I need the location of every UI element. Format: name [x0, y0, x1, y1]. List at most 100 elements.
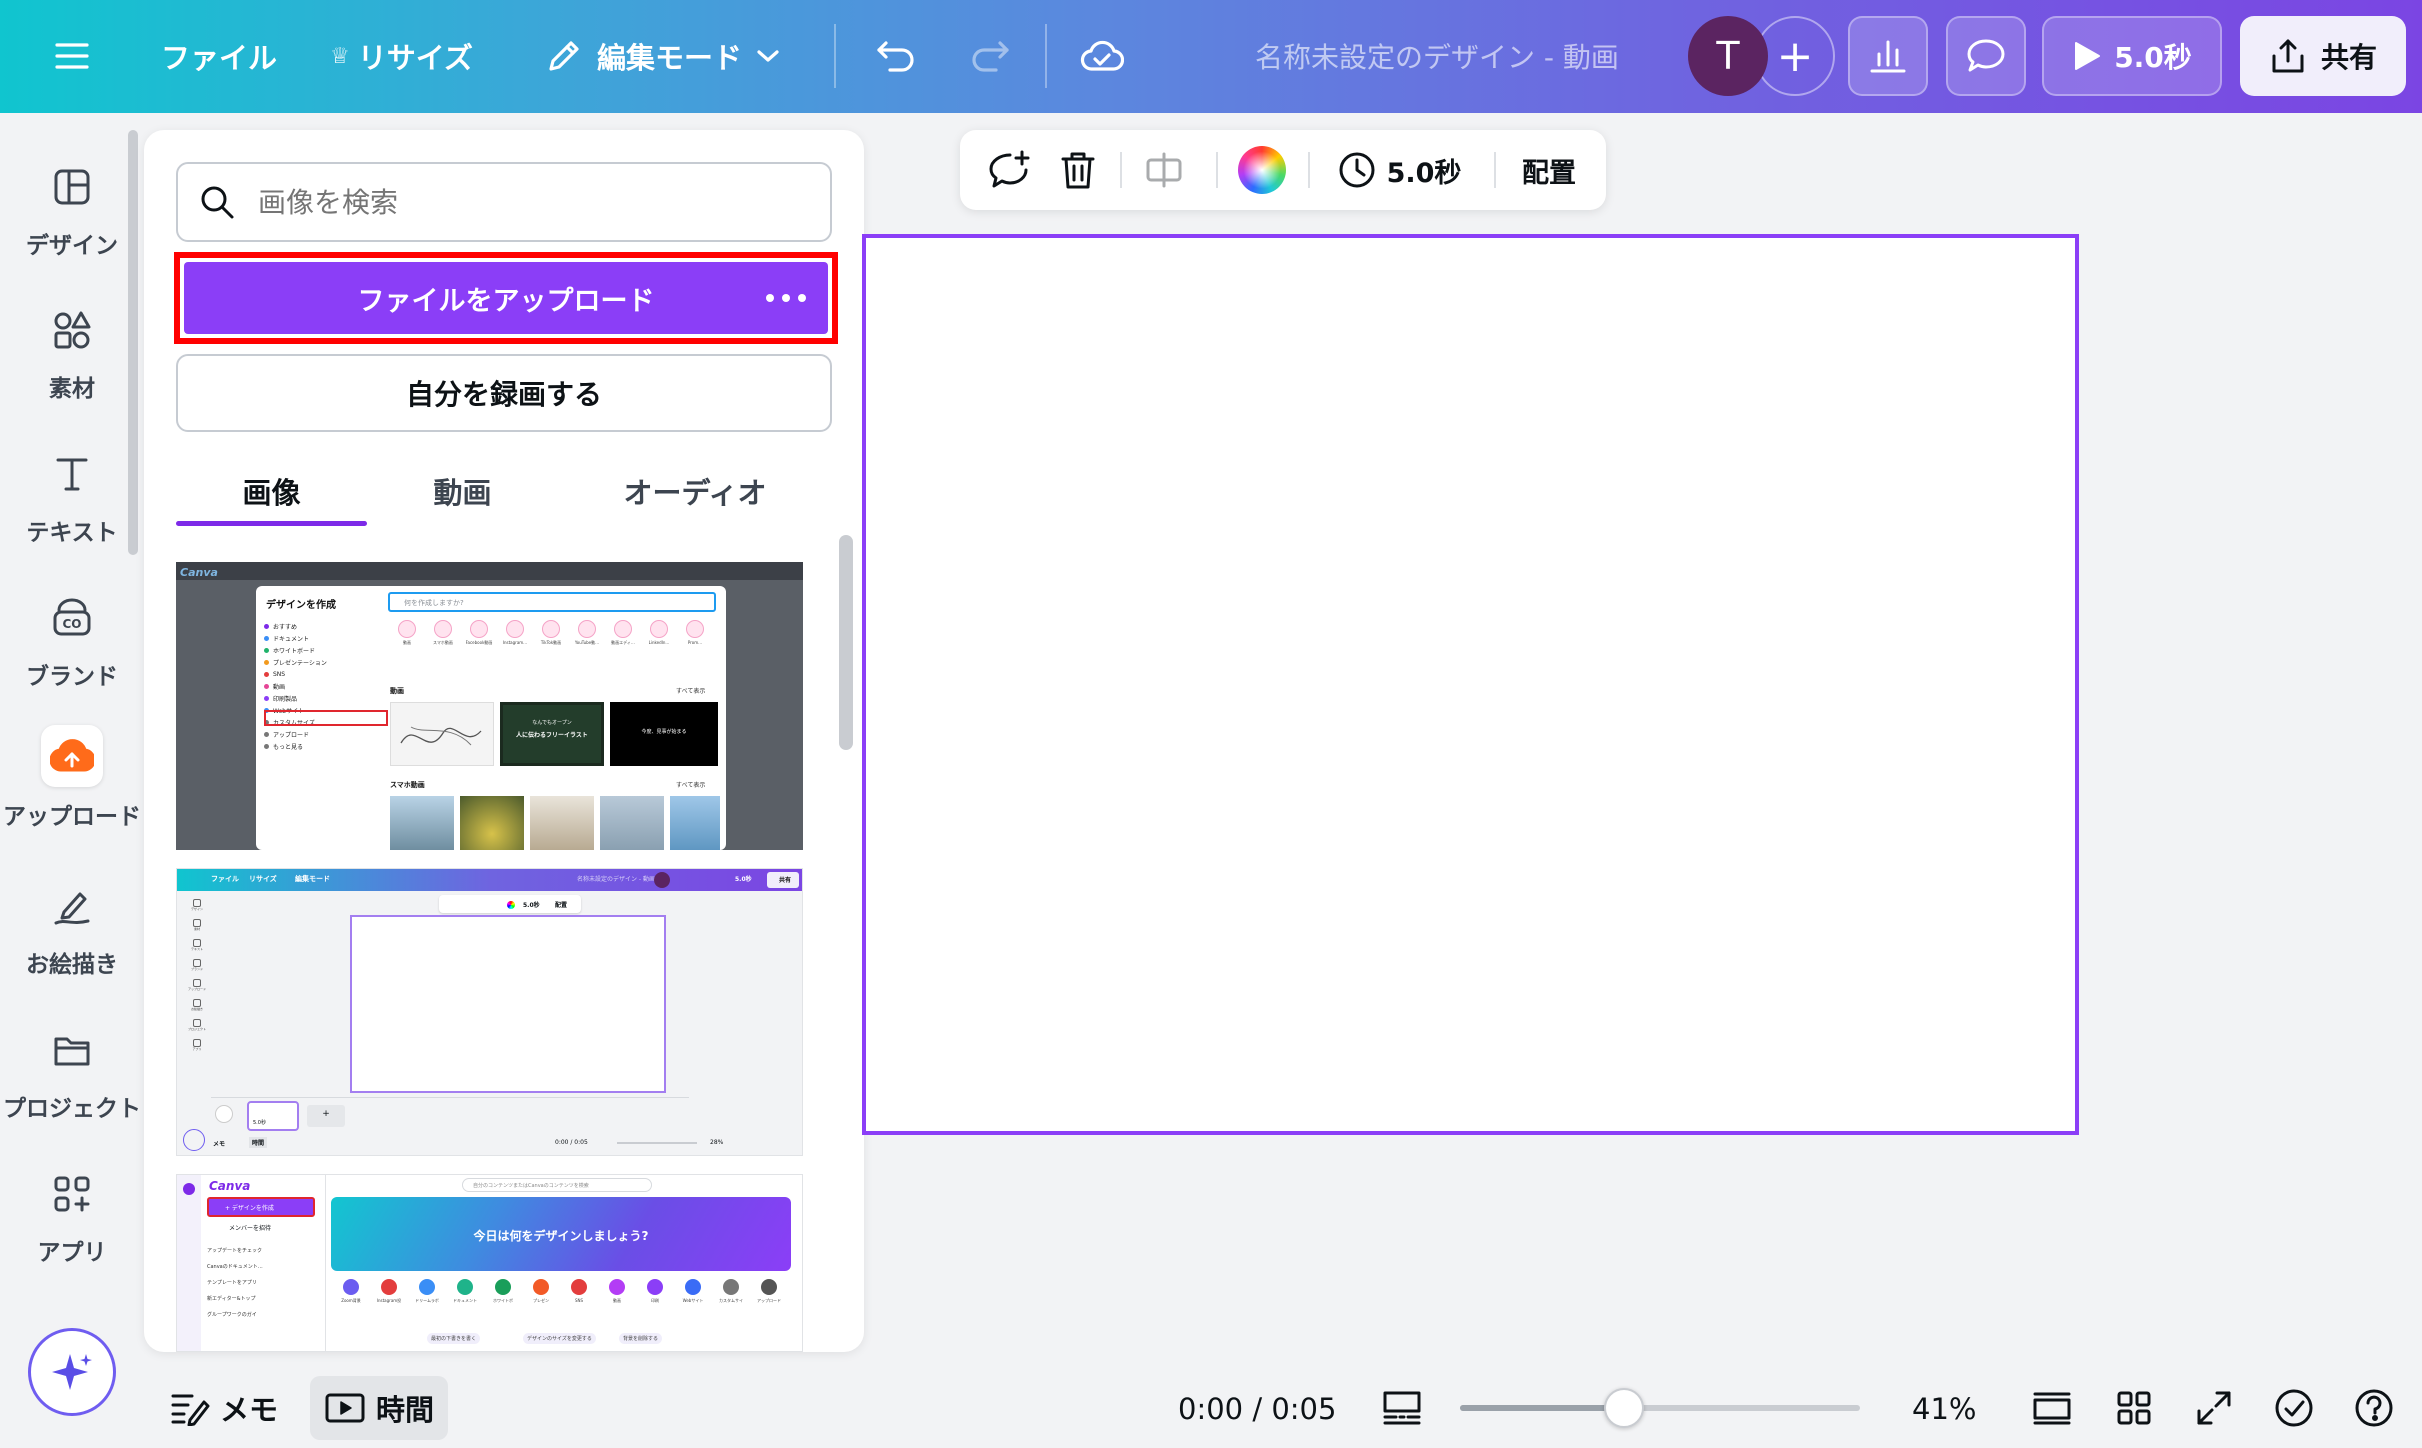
document-title-text: 名称未設定のデザイン - 動画	[1255, 41, 1619, 74]
thumb-rail-item: アプリ	[183, 1039, 211, 1051]
thumb-menu-dot	[264, 659, 269, 665]
rail-item-draw[interactable]: お絵描き	[0, 877, 144, 997]
split-button[interactable]	[1136, 142, 1192, 198]
thumb-menu-item: 印刷製品	[264, 692, 297, 704]
rail-item-uploads[interactable]: アップロード	[0, 725, 144, 845]
play-icon	[2075, 42, 2101, 70]
image-search-field[interactable]	[176, 162, 832, 242]
zoom-slider[interactable]	[1460, 1388, 1860, 1428]
comments-button[interactable]	[1946, 16, 2026, 96]
thumb-rail-label: 素材	[193, 927, 200, 931]
thumb-home-search: 自分のコンテンツまたはCanvaのコンテンツを検索	[462, 1178, 652, 1192]
text-icon	[43, 445, 101, 503]
rail-item-elements[interactable]: 素材	[0, 301, 144, 421]
uploaded-image-thumbnail[interactable]: Canva デザインを作成 何を作成しますか? おすすめ ドキュメント ホワイトボー…	[176, 562, 803, 850]
edit-mode-dropdown[interactable]: 編集モード	[545, 26, 780, 86]
thumbnails-scrollbar[interactable]	[839, 535, 853, 750]
rail-item-brand[interactable]: CO ブランド	[0, 589, 144, 709]
edit-mode-label: 編集モード	[597, 41, 743, 75]
menu-icon[interactable]	[40, 24, 104, 88]
thumb-home-icon	[343, 1279, 359, 1295]
divider	[1494, 152, 1496, 188]
thumb-file: ファイル	[211, 875, 239, 883]
arrange-button[interactable]: 配置	[1512, 142, 1586, 198]
thumb-present: 5.0秒	[735, 876, 752, 883]
rail-item-design[interactable]: デザイン	[0, 158, 144, 278]
undo-button[interactable]	[866, 26, 926, 86]
thumb-highlight	[264, 710, 388, 726]
thumb-zoom: 28%	[710, 1139, 724, 1146]
file-menu[interactable]: ファイル	[155, 30, 283, 82]
uploaded-image-thumbnail[interactable]: Canva + デザインを作成 メンバーを招待 アップデートをチェック Canva…	[176, 1174, 803, 1352]
share-button[interactable]: 共有	[2240, 16, 2406, 96]
record-yourself-button[interactable]: 自分を録画する	[176, 354, 832, 432]
thumb-menu-label: アップロード	[273, 731, 310, 739]
divider	[1045, 24, 1047, 88]
thumb-home-hero-text: 今日は何をデザインしましょう?	[473, 1229, 649, 1243]
thumb-home-icon-label: Webサイト	[682, 1298, 704, 1303]
rail-label-brand: ブランド	[26, 664, 118, 690]
timeline-play-icon	[325, 1393, 365, 1423]
zoom-slider-handle[interactable]	[1604, 1388, 1644, 1428]
magic-assistant-button[interactable]	[28, 1328, 116, 1416]
more-options-icon[interactable]	[766, 284, 806, 312]
thumb-rail-icon	[193, 899, 201, 907]
background-color-button[interactable]	[1234, 142, 1290, 198]
present-button[interactable]: 5.0秒	[2042, 16, 2222, 96]
delete-button[interactable]	[1050, 142, 1106, 198]
thumb-rail-item: ブランド	[183, 959, 211, 971]
undo-icon	[877, 41, 914, 72]
sparkle-icon	[52, 1354, 92, 1390]
comment-plus-icon	[989, 150, 1030, 188]
thumb-menu-label: 印刷製品	[273, 695, 298, 703]
thumb-video-card-2: なんでもオープン 人に伝わるフリーイラスト	[500, 702, 604, 766]
resize-menu[interactable]: ♕ リサイズ	[330, 30, 473, 82]
redo-button[interactable]	[960, 26, 1020, 86]
image-search-input[interactable]	[258, 185, 818, 219]
thumb-dialog: デザインを作成 何を作成しますか? おすすめ ドキュメント ホワイトボード プレゼンテ…	[256, 586, 726, 850]
thumb-side-item: テンプレートをアプリ	[207, 1280, 257, 1286]
uploaded-image-thumbnail[interactable]: ファイル リサイズ 編集モード 名称未設定のデザイン - 動画 5.0秒 共有 …	[176, 868, 803, 1156]
page-view-button[interactable]	[1374, 1380, 1430, 1436]
tab-videos[interactable]: 動画	[367, 460, 558, 526]
thumb-cat-item: TikTok動画	[534, 620, 568, 646]
upload-files-button[interactable]: ファイルをアップロード	[184, 262, 828, 334]
thumb-home-icon-label: 動画	[613, 1298, 621, 1303]
tab-images[interactable]: 画像	[176, 460, 367, 526]
thumb-menu-label: 動画	[273, 683, 286, 691]
pages-button[interactable]	[2024, 1380, 2080, 1436]
duration-button[interactable]: 5.0秒	[1334, 142, 1464, 198]
notes-button[interactable]: メモ	[170, 1378, 278, 1438]
add-comment-button[interactable]	[980, 142, 1036, 198]
thumb-rail-label: ブランド	[190, 967, 203, 971]
design-canvas[interactable]	[862, 234, 2079, 1135]
thumb-home-icons: Zoom背景 Instagram投 ドリームラボ ドキュメント ホワイトボ プレゼン SNS…	[333, 1279, 793, 1313]
timeline-button[interactable]: 時間	[310, 1376, 449, 1440]
thumb-menu-label: ドキュメント	[273, 635, 310, 643]
tab-audio[interactable]: オーディオ	[558, 460, 832, 526]
rail-item-apps[interactable]: アプリ	[0, 1165, 144, 1285]
thumb-cat-item: Prom…	[678, 620, 712, 645]
thumb-cat-icon	[434, 620, 452, 638]
thumb-cat-label: Facebook動画	[465, 640, 493, 645]
avatar[interactable]: T	[1688, 16, 1768, 96]
tab-videos-label: 動画	[433, 476, 492, 510]
thumb-home-invite: メンバーを招待	[229, 1225, 272, 1232]
grid-view-button[interactable]	[2106, 1380, 2162, 1436]
avatar-initial: T	[1716, 34, 1740, 78]
fullscreen-button[interactable]	[2186, 1380, 2242, 1436]
rail-scrollbar[interactable]	[128, 130, 138, 555]
thumb-menu-dot	[264, 683, 269, 689]
notes-label: メモ	[220, 1393, 279, 1427]
cloud-saved-button[interactable]	[1072, 26, 1132, 86]
insights-button[interactable]	[1848, 16, 1928, 96]
help-button[interactable]	[2346, 1380, 2402, 1436]
document-title[interactable]: 名称未設定のデザイン - 動画	[1255, 30, 1619, 82]
crown-icon: ♕	[330, 43, 350, 69]
thumb-rail-icon	[193, 919, 201, 927]
thumb-home-icon-label: 印刷	[651, 1298, 659, 1303]
rail-item-text[interactable]: テキスト	[0, 445, 144, 565]
check-button[interactable]	[2266, 1380, 2322, 1436]
zoom-percentage[interactable]: 41%	[1912, 1384, 1976, 1434]
rail-item-projects[interactable]: プロジェクト	[0, 1021, 144, 1141]
